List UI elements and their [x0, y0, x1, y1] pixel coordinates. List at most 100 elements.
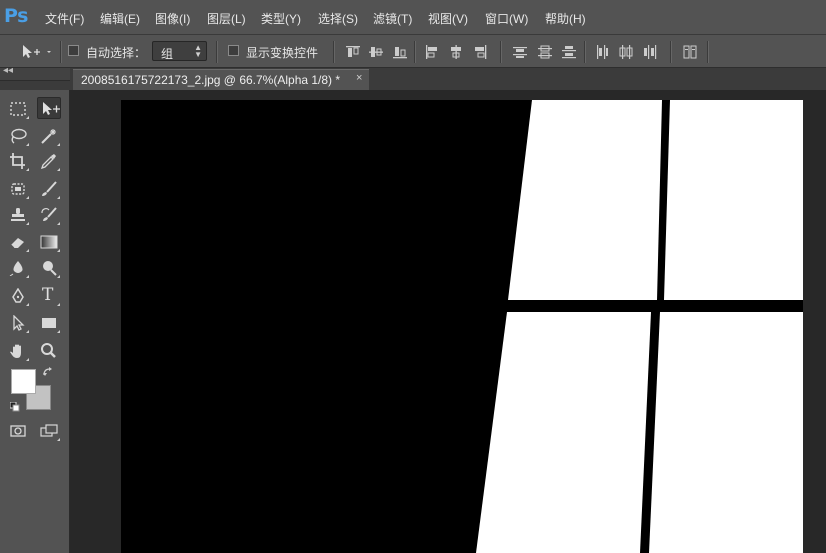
- auto-select-label: 自动选择：: [86, 46, 147, 60]
- magic-wand-icon: [41, 129, 56, 144]
- tool-flyout-indicator: [26, 116, 29, 119]
- rectangular-marquee-tool[interactable]: [6, 98, 30, 120]
- type-icon: T: [42, 285, 54, 305]
- tool-flyout-indicator: [26, 330, 29, 333]
- separator: [670, 41, 672, 63]
- canvas-area[interactable]: [70, 90, 826, 553]
- close-tab-icon[interactable]: ×: [356, 72, 362, 84]
- menu-window[interactable]: 窗口(W): [485, 10, 528, 27]
- align-top-icon[interactable]: [345, 44, 361, 60]
- hand-tool[interactable]: [6, 340, 30, 362]
- tool-flyout-indicator: [57, 275, 60, 278]
- photoshop-logo: Ps: [4, 5, 28, 27]
- separator: [60, 41, 62, 63]
- menu-view[interactable]: 视图(V): [428, 10, 468, 27]
- rectangle-shape-tool[interactable]: [37, 312, 61, 334]
- tool-flyout-indicator: [57, 330, 60, 333]
- gradient-icon: [40, 235, 58, 249]
- lasso-icon: [11, 128, 27, 144]
- eraser-tool[interactable]: [6, 231, 30, 253]
- rectangular-marquee-icon: [10, 102, 26, 116]
- collapse-panel-icon[interactable]: ◂◂: [3, 65, 13, 76]
- blur-tool[interactable]: [6, 257, 30, 279]
- clone-stamp-tool[interactable]: [6, 204, 30, 226]
- tool-flyout-indicator: [57, 196, 60, 199]
- clone-stamp-icon: [11, 208, 25, 221]
- history-brush-tool[interactable]: [37, 204, 61, 226]
- move-tool[interactable]: [37, 97, 61, 119]
- eraser-icon: [10, 238, 24, 249]
- menu-file[interactable]: 文件(F): [45, 10, 84, 27]
- quick-mask-tool[interactable]: [6, 420, 30, 442]
- move-tool-icon: [43, 102, 60, 115]
- crop-tool[interactable]: [6, 150, 30, 172]
- menu-help[interactable]: 帮助(H): [545, 10, 586, 27]
- separator: [500, 41, 502, 63]
- distribute-left-icon[interactable]: [594, 44, 610, 60]
- distribute-right-icon[interactable]: [642, 44, 658, 60]
- auto-select-value: 组: [161, 47, 174, 61]
- tool-preset-picker[interactable]: [20, 43, 56, 61]
- show-transform-label: 显示变换控件: [246, 46, 319, 60]
- tool-flyout-indicator: [26, 168, 29, 171]
- spot-healing-tool[interactable]: [6, 178, 30, 200]
- align-left-icon[interactable]: [424, 44, 440, 60]
- gradient-tool[interactable]: [37, 231, 61, 253]
- lasso-tool[interactable]: [6, 125, 30, 147]
- tools-panel-header[interactable]: ◂◂: [0, 65, 70, 81]
- menu-filter[interactable]: 滤镜(T): [373, 10, 412, 27]
- pane-bottom-right: [649, 312, 803, 553]
- pane-top-left: [508, 100, 662, 300]
- path-selection-tool[interactable]: [6, 312, 30, 334]
- menu-edit[interactable]: 编辑(E): [100, 10, 140, 27]
- swap-colors-icon[interactable]: [42, 366, 54, 378]
- distribute-horizontal-center-icon[interactable]: [618, 44, 634, 60]
- screen-mode-tool[interactable]: [37, 420, 61, 442]
- foreground-color-swatch[interactable]: [11, 369, 36, 394]
- align-right-icon[interactable]: [472, 44, 488, 60]
- blur-icon: [9, 261, 23, 276]
- type-tool[interactable]: T: [37, 285, 61, 307]
- separator: [333, 41, 335, 63]
- distribute-vertical-center-icon[interactable]: [537, 44, 553, 60]
- show-transform-checkbox[interactable]: [228, 45, 239, 56]
- document-tab-title: 2008516175722173_2.jpg @ 66.7%(Alpha 1/8…: [81, 73, 341, 87]
- menu-type[interactable]: 类型(Y): [261, 10, 301, 27]
- tool-flyout-indicator: [57, 143, 60, 146]
- auto-select-dropdown[interactable]: 组 ▲ ▼: [152, 41, 207, 61]
- tool-flyout-indicator: [57, 303, 60, 306]
- tool-flyout-indicator: [26, 358, 29, 361]
- window-panes-image: [476, 100, 803, 553]
- tool-flyout-indicator: [26, 196, 29, 199]
- eyedropper-tool[interactable]: [37, 150, 61, 172]
- align-vertical-center-icon[interactable]: [368, 44, 384, 60]
- quick-mask-icon: [10, 425, 26, 437]
- distribute-top-icon[interactable]: [512, 44, 528, 60]
- pen-tool[interactable]: [6, 285, 30, 307]
- align-horizontal-center-icon[interactable]: [448, 44, 464, 60]
- menu-select[interactable]: 选择(S): [318, 10, 358, 27]
- zoom-icon: [41, 343, 56, 358]
- document-tab[interactable]: 2008516175722173_2.jpg @ 66.7%(Alpha 1/8…: [73, 69, 369, 90]
- menu-layer[interactable]: 图层(L): [207, 10, 246, 27]
- dodge-tool[interactable]: [37, 257, 61, 279]
- tool-flyout-indicator: [57, 249, 60, 252]
- tool-flyout-indicator: [26, 275, 29, 278]
- auto-select-checkbox[interactable]: [68, 45, 79, 56]
- options-bar: 自动选择： 组 ▲ ▼ 显示变换控件: [0, 35, 826, 68]
- eyedropper-icon: [40, 154, 56, 169]
- magic-wand-tool[interactable]: [37, 125, 61, 147]
- zoom-tool[interactable]: [37, 340, 61, 362]
- document-canvas[interactable]: [121, 100, 803, 553]
- align-bottom-icon[interactable]: [392, 44, 408, 60]
- move-tool-icon: [23, 45, 51, 58]
- history-brush-icon: [41, 207, 57, 221]
- path-selection-icon: [13, 315, 25, 331]
- default-colors-icon[interactable]: [9, 401, 20, 412]
- tool-flyout-indicator: [26, 143, 29, 146]
- brush-tool[interactable]: [37, 178, 61, 200]
- distribute-bottom-icon[interactable]: [561, 44, 577, 60]
- menu-image[interactable]: 图像(I): [155, 10, 190, 27]
- auto-align-layers-icon[interactable]: [682, 44, 698, 60]
- tools-panel: T: [0, 90, 70, 553]
